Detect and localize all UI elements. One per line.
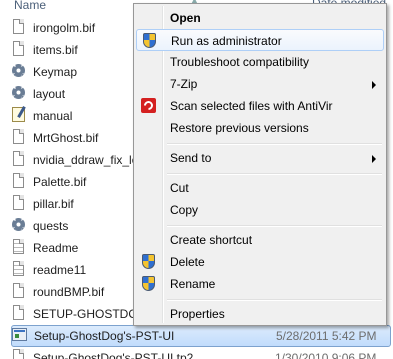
file-name: Setup-GhostDog's-PST-UI.tp2	[33, 351, 194, 359]
document-icon	[11, 129, 27, 147]
menu-item-label: Troubleshoot compatibility	[170, 55, 309, 69]
menu-item-7zip[interactable]: 7-Zip	[136, 73, 384, 95]
name-column-header[interactable]: Name	[14, 0, 46, 12]
menu-item-delete[interactable]: Delete	[136, 251, 384, 273]
uac-shield-icon	[142, 33, 158, 49]
menu-item-label: Rename	[170, 277, 216, 291]
menu-separator	[167, 143, 382, 145]
menu-item-label: Copy	[170, 203, 199, 217]
file-row-setup-exe-selected[interactable]: Setup-GhostDog's-PST-UI 5/28/2011 5:42 P…	[11, 325, 391, 347]
file-date: 5/28/2011 5:42 PM	[276, 329, 377, 343]
menu-separator	[167, 225, 382, 227]
menu-item-label: Delete	[170, 255, 205, 269]
uac-shield-icon	[141, 276, 157, 292]
settings-file-icon	[11, 63, 27, 81]
menu-item-create-shortcut[interactable]: Create shortcut	[136, 229, 384, 251]
file-name: Palette.bif	[33, 175, 87, 189]
file-name: items.bif	[33, 43, 78, 57]
menu-separator	[167, 299, 382, 301]
file-name: quests	[33, 219, 69, 233]
submenu-arrow-icon	[372, 155, 376, 163]
menu-item-label: Scan selected files with AntiVir	[170, 99, 333, 113]
menu-item-scan-antivir[interactable]: Scan selected files with AntiVir	[136, 95, 384, 117]
menu-item-label: 7-Zip	[170, 77, 198, 91]
file-name: SETUP-GHOSTDOG	[33, 307, 148, 321]
menu-item-troubleshoot-compatibility[interactable]: Troubleshoot compatibility	[136, 51, 384, 73]
menu-item-label: Create shortcut	[170, 233, 253, 247]
document-icon	[11, 349, 27, 359]
file-name: readme11	[33, 263, 87, 277]
file-name: manual	[33, 109, 73, 123]
document-icon	[11, 19, 27, 37]
file-name: Keymap	[33, 65, 78, 79]
submenu-arrow-icon	[372, 81, 376, 89]
file-row-setup-tp2[interactable]: Setup-GhostDog's-PST-UI.tp2 1/30/2010 9:…	[11, 347, 391, 359]
document-icon	[11, 305, 27, 323]
text-document-icon	[11, 239, 27, 257]
menu-item-label: Cut	[170, 181, 189, 195]
executable-icon	[12, 327, 28, 345]
text-document-icon	[11, 261, 27, 279]
menu-item-send-to[interactable]: Send to	[136, 147, 384, 169]
menu-item-label: Run as administrator	[171, 34, 282, 48]
menu-item-restore-previous-versions[interactable]: Restore previous versions	[136, 117, 384, 139]
menu-item-properties[interactable]: Properties	[136, 303, 384, 325]
menu-item-copy[interactable]: Copy	[136, 199, 384, 221]
menu-item-label: Properties	[170, 307, 225, 321]
file-name: nvidia_ddraw_fix_lo	[33, 153, 139, 167]
file-date: 1/30/2010 9:06 PM	[275, 351, 377, 359]
menu-item-label: Restore previous versions	[170, 121, 309, 135]
menu-item-rename[interactable]: Rename	[136, 273, 384, 295]
document-icon	[11, 41, 27, 59]
file-name: pillar.bif	[33, 197, 74, 211]
antivir-icon	[141, 98, 157, 114]
file-name: roundBMP.bif	[33, 285, 105, 299]
file-name: layout	[33, 87, 66, 101]
document-icon	[11, 195, 27, 213]
settings-file-icon	[11, 217, 27, 235]
context-menu: Open Run as administrator Troubleshoot c…	[133, 3, 387, 326]
document-icon	[11, 173, 27, 191]
menu-item-label: Send to	[170, 151, 212, 165]
explorer-window: Name ▲ Date modified irongolm.bif items.…	[0, 0, 393, 359]
file-name: Readme	[33, 241, 79, 255]
file-name: Setup-GhostDog's-PST-UI	[34, 329, 175, 343]
file-name: MrtGhost.bif	[33, 131, 99, 145]
menu-item-label: Open	[170, 11, 201, 25]
menu-item-open[interactable]: Open	[136, 7, 384, 29]
notepad-icon	[11, 107, 27, 125]
document-icon	[11, 151, 27, 169]
document-icon	[11, 283, 27, 301]
file-name: irongolm.bif	[33, 21, 96, 35]
uac-shield-icon	[141, 254, 157, 270]
menu-item-cut[interactable]: Cut	[136, 177, 384, 199]
menu-item-run-as-administrator[interactable]: Run as administrator	[136, 29, 384, 51]
menu-separator	[167, 173, 382, 175]
settings-file-icon	[11, 85, 27, 103]
